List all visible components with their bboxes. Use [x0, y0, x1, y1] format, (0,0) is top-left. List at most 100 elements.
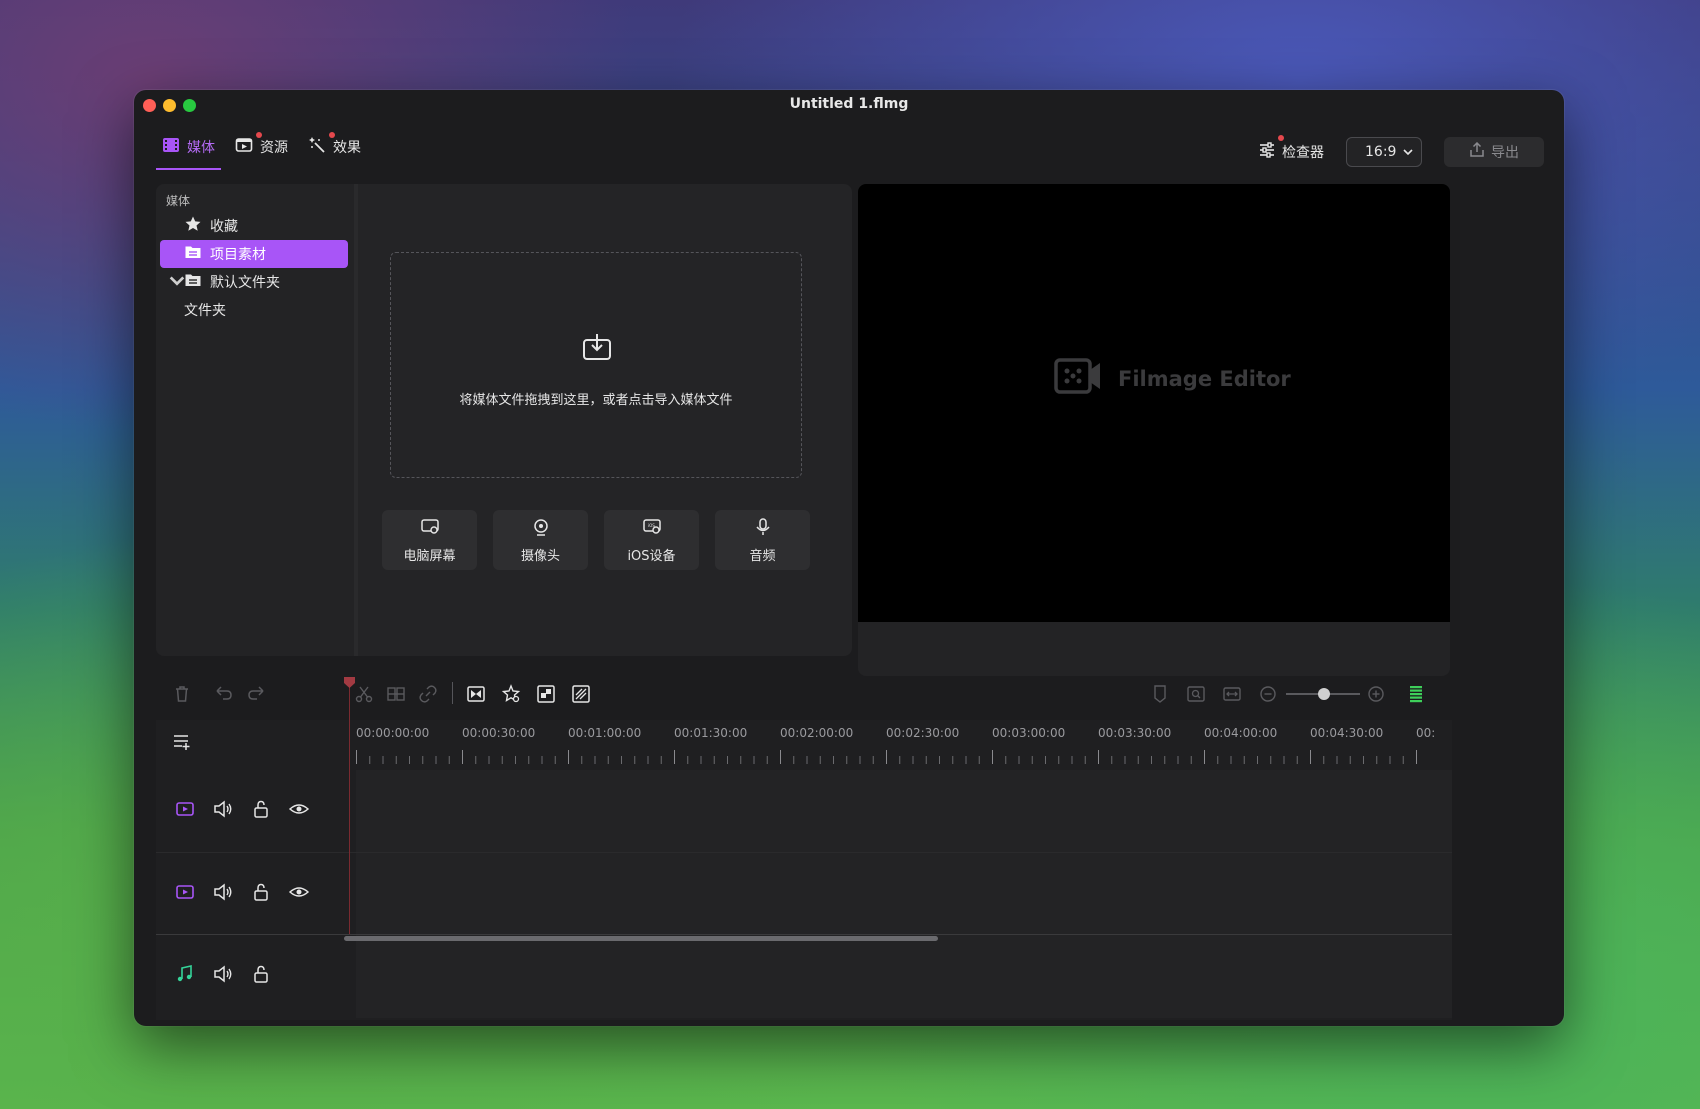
- inspector-button[interactable]: 检查器: [1258, 135, 1324, 163]
- link-icon[interactable]: [418, 684, 438, 704]
- playhead[interactable]: [349, 680, 350, 934]
- undo-icon[interactable]: [214, 684, 234, 704]
- record-buttons: 电脑屏幕 摄像头 iOS iOS设备 音频: [382, 510, 810, 570]
- marker-icon[interactable]: [1150, 684, 1170, 704]
- dropzone-text: 将媒体文件拖拽到这里，或者点击导入媒体文件: [459, 393, 733, 408]
- tab-resources-label: 资源: [260, 140, 288, 156]
- timeline-header: 00:00:00:00 00:00:30:00 00:01:00:00 00:01:3…: [156, 720, 1452, 770]
- record-screen-button[interactable]: 电脑屏幕: [382, 510, 477, 570]
- record-ios-device-button[interactable]: iOS iOS设备: [604, 510, 699, 570]
- timeline-toolbar: [156, 674, 1544, 712]
- sliders-icon: [1258, 141, 1276, 163]
- sidebar-item-label: 文件夹: [184, 303, 226, 319]
- zoom-in-icon[interactable]: [1366, 684, 1386, 704]
- header-controls: 检查器 16:9 导出: [1258, 135, 1544, 167]
- speaker-icon[interactable]: [212, 963, 234, 985]
- lock-icon[interactable]: [250, 798, 272, 820]
- zoom-slider-knob[interactable]: [1318, 688, 1330, 700]
- magic-wand-icon: [308, 136, 326, 158]
- trash-icon[interactable]: [172, 684, 192, 704]
- app-logo: Filmage Editor: [1054, 356, 1291, 401]
- sidebar-item-label: 默认文件夹: [210, 275, 280, 291]
- video-track-icon: [174, 798, 196, 820]
- sidebar-item-label: 项目素材: [210, 247, 266, 263]
- track-lane[interactable]: [356, 853, 1452, 934]
- toolbar-divider: [452, 682, 453, 704]
- window-title: Untitled 1.flmg: [789, 96, 909, 112]
- media-sidebar: 媒体 收藏 项目素材 默认文件夹 文件夹: [156, 184, 354, 656]
- record-webcam-button[interactable]: 摄像头: [493, 510, 588, 570]
- chevron-down-icon[interactable]: [168, 272, 186, 293]
- sticker-icon[interactable]: [501, 684, 521, 704]
- inspector-label: 检查器: [1282, 145, 1324, 161]
- mosaic-icon[interactable]: [536, 684, 556, 704]
- inspector-badge: [1278, 135, 1284, 141]
- audio-track: [156, 934, 1452, 1018]
- lock-icon[interactable]: [250, 963, 272, 985]
- timeline-scrollbar[interactable]: [344, 936, 938, 941]
- track-controls: [174, 963, 272, 985]
- preview-controls-bar: [858, 622, 1450, 676]
- sidebar-item-default-folder[interactable]: 默认文件夹: [160, 268, 348, 296]
- tab-resources[interactable]: 资源: [229, 130, 294, 164]
- sidebar-title: 媒体: [166, 194, 191, 208]
- video-track-1: [156, 770, 1452, 852]
- top-tabs: 媒体 资源 效果: [156, 130, 367, 170]
- audio-meter-icon[interactable]: [1406, 684, 1426, 704]
- ruler-time-label: 00:00:00:00: [356, 726, 430, 740]
- export-button[interactable]: 导出: [1444, 137, 1544, 167]
- sidebar-item-label: 收藏: [210, 219, 238, 235]
- zoom-fit-icon[interactable]: [1186, 684, 1206, 704]
- sidebar-item-project-assets[interactable]: 项目素材: [160, 240, 348, 268]
- ruler-time-label: 00:03:30:00: [1098, 726, 1172, 740]
- ruler-time-label: 00:03:00:00: [992, 726, 1066, 740]
- scissors-icon[interactable]: [354, 684, 374, 704]
- track-controls: [174, 798, 310, 820]
- screen-record-icon: [420, 517, 440, 541]
- eye-icon[interactable]: [288, 881, 310, 903]
- filter-icon[interactable]: [571, 684, 591, 704]
- split-icon[interactable]: [386, 684, 406, 704]
- film-icon: [162, 136, 180, 158]
- effects-badge: [329, 132, 335, 138]
- chevron-down-icon: [1403, 144, 1413, 160]
- track-lane[interactable]: [356, 935, 1452, 1018]
- sidebar-item-favorites[interactable]: 收藏: [160, 212, 348, 240]
- redo-icon[interactable]: [246, 684, 266, 704]
- speaker-icon[interactable]: [212, 798, 234, 820]
- tab-media[interactable]: 媒体: [156, 130, 221, 170]
- resources-icon: [235, 136, 253, 158]
- ruler-time-label: 00:: [1416, 726, 1436, 740]
- timeline-ruler[interactable]: 00:00:00:00 00:00:30:00 00:01:00:00 00:01:3…: [356, 720, 1452, 770]
- record-audio-button[interactable]: 音频: [715, 510, 810, 570]
- media-dropzone[interactable]: 将媒体文件拖拽到这里，或者点击导入媒体文件: [390, 252, 802, 478]
- add-track-icon[interactable]: [172, 732, 192, 752]
- lock-icon[interactable]: [250, 881, 272, 903]
- sidebar-item-folder[interactable]: 文件夹: [160, 296, 348, 324]
- track-lane[interactable]: [356, 770, 1452, 852]
- ruler-time-label: 00:01:00:00: [568, 726, 642, 740]
- ruler-time-label: 00:02:30:00: [886, 726, 960, 740]
- zoom-out-icon[interactable]: [1258, 684, 1278, 704]
- aspect-ratio-select[interactable]: 16:9: [1346, 137, 1422, 167]
- share-icon: [1469, 141, 1485, 162]
- video-preview[interactable]: Filmage Editor: [858, 184, 1450, 622]
- speaker-icon[interactable]: [212, 881, 234, 903]
- media-browser: 将媒体文件拖拽到这里，或者点击导入媒体文件 电脑屏幕 摄像头 iOS iOS设备: [358, 184, 852, 656]
- transition-icon[interactable]: [466, 684, 486, 704]
- video-track-icon: [174, 881, 196, 903]
- folder-icon: [184, 271, 202, 293]
- ruler-time-label: 00:02:00:00: [780, 726, 854, 740]
- tab-effects[interactable]: 效果: [302, 130, 367, 164]
- playhead-handle[interactable]: [343, 676, 356, 689]
- timeline: 00:00:00:00 00:00:30:00 00:01:00:00 00:01:3…: [156, 720, 1452, 1020]
- ruler-time-label: 00:00:30:00: [462, 726, 536, 740]
- webcam-icon: [531, 517, 551, 541]
- record-button-label: 电脑屏幕: [403, 548, 456, 564]
- eye-icon[interactable]: [288, 798, 310, 820]
- fit-width-icon[interactable]: [1222, 684, 1242, 704]
- import-icon: [581, 331, 613, 363]
- aspect-ratio-value: 16:9: [1365, 144, 1397, 160]
- ios-device-icon: iOS: [642, 517, 662, 541]
- record-button-label: 音频: [749, 548, 776, 564]
